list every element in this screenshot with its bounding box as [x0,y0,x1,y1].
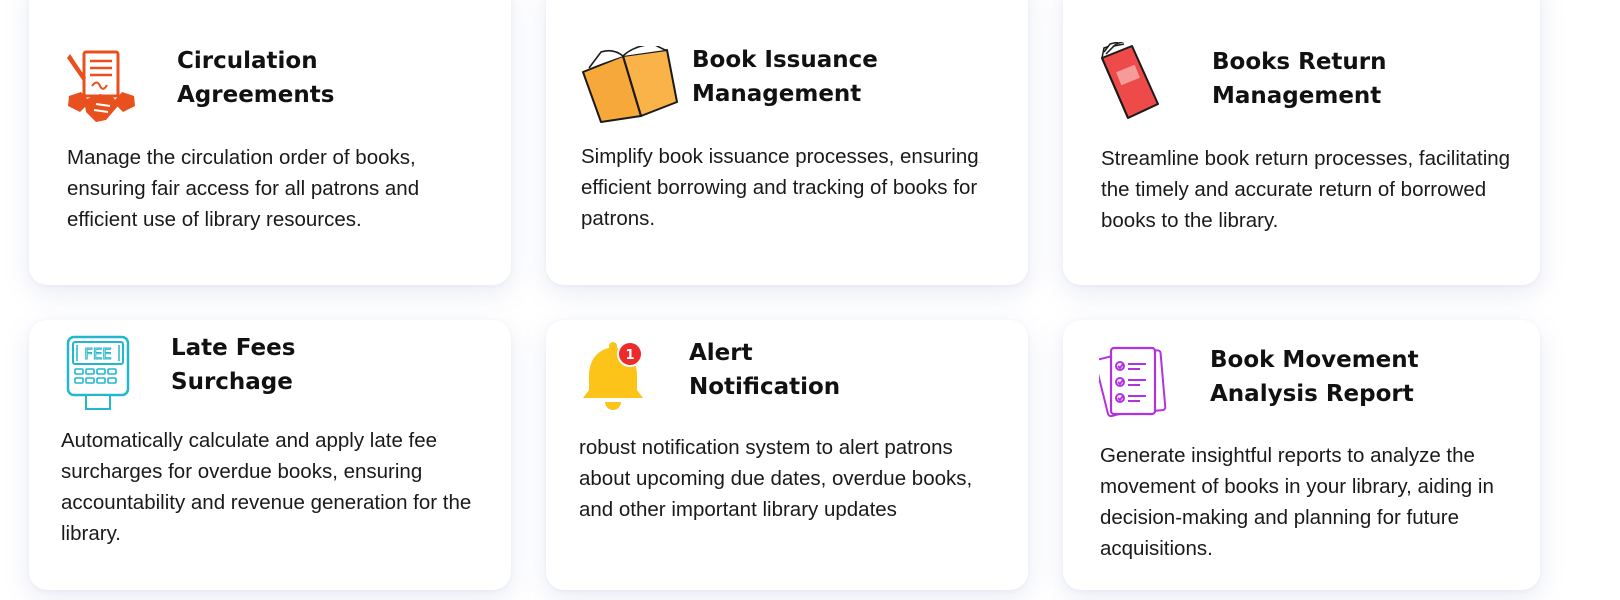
card-title: Alert Notification [689,340,841,400]
card-title: Late Fees Surchage [171,335,296,395]
feature-card-circulation-agreements: Circulation Agreements Manage the circul… [29,0,511,285]
bell-notification-icon: 1 [579,338,655,414]
feature-card-book-movement-report: Book Movement Analysis Report Generate i… [1063,320,1540,590]
card-description: Automatically calculate and apply late f… [61,429,472,545]
agreement-handshake-icon [66,48,138,128]
card-description: robust notification system to alert patr… [579,436,973,521]
open-book-icon [579,46,681,124]
card-title: Book Issuance Management [692,47,878,107]
notification-badge-count: 1 [625,348,634,363]
card-description: Generate insightful reports to analyze t… [1100,444,1494,560]
fee-label: FEE [84,345,112,363]
card-description: Simplify book issuance processes, ensuri… [581,145,979,230]
report-checklist-icon [1099,346,1169,422]
card-title: Book Movement Analysis Report [1210,347,1419,407]
features-grid: Circulation Agreements Manage the circul… [0,0,1620,600]
card-description: Manage the circulation order of books, e… [67,146,420,231]
fee-machine-icon: FEE [66,335,130,411]
feature-card-late-fees: FEE Late Fees Surchage Automatically cal… [29,320,511,590]
card-description: Streamline book return processes, facili… [1101,147,1511,232]
feature-card-books-return: Books Return Management Streamline book … [1063,0,1540,285]
card-title: Circulation Agreements [177,48,335,108]
card-title: Books Return Management [1212,49,1387,109]
feature-card-book-issuance: Book Issuance Management Simplify book i… [546,0,1028,285]
feature-card-alert-notification: 1 Alert Notification robust notification… [546,320,1028,590]
red-book-icon [1098,42,1162,122]
